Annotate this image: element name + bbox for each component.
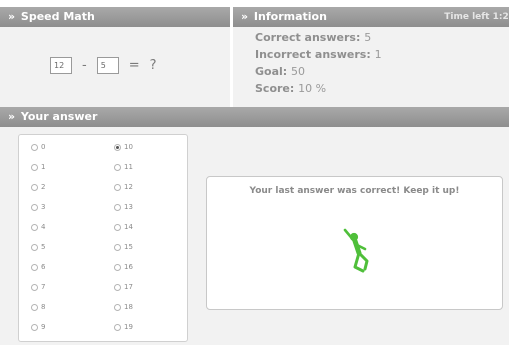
answer-option-10[interactable]: 10 — [114, 143, 133, 151]
radio-button[interactable] — [31, 263, 38, 271]
answer-option-label: 9 — [41, 323, 46, 331]
answer-option-4[interactable]: 4 — [31, 223, 45, 231]
your-answer-title: Your answer — [20, 110, 98, 123]
radio-button[interactable] — [114, 303, 121, 311]
answer-option-label: 5 — [41, 243, 46, 251]
information-title: Information — [253, 10, 327, 23]
answer-option-label: 6 — [41, 263, 46, 271]
answer-option-9[interactable]: 9 — [31, 323, 45, 331]
answer-option-12[interactable]: 12 — [114, 183, 133, 191]
answer-option-label: 10 — [124, 143, 133, 151]
radio-button[interactable] — [114, 203, 121, 211]
radio-button[interactable] — [114, 263, 121, 271]
information-panel: Correct answers: 5 Incorrect answers: 1 … — [233, 27, 509, 107]
answer-option-18[interactable]: 18 — [114, 303, 133, 311]
answer-option-14[interactable]: 14 — [114, 223, 133, 231]
correct-answers-value: 5 — [364, 31, 372, 44]
answer-option-19[interactable]: 19 — [114, 323, 133, 331]
radio-button[interactable] — [31, 303, 38, 311]
goal-value: 50 — [291, 65, 306, 78]
answer-option-label: 2 — [41, 183, 46, 191]
incorrect-answers-row: Incorrect answers: 1 — [255, 48, 382, 61]
goal-row: Goal: 50 — [255, 65, 305, 78]
operator: - — [82, 58, 87, 73]
radio-button[interactable] — [31, 323, 38, 331]
speed-math-title: Speed Math — [20, 10, 95, 23]
answer-options: 0 1 2 3 4 5 6 7 8 9 10 11 12 13 14 15 16 17 18 19 — [18, 134, 188, 342]
answer-option-label: 8 — [41, 303, 46, 311]
answer-option-label: 7 — [41, 283, 46, 291]
answer-option-label: 3 — [41, 203, 46, 211]
answer-option-label: 14 — [124, 223, 133, 231]
answer-option-13[interactable]: 13 — [114, 203, 133, 211]
score-value: 10 % — [298, 82, 327, 95]
answer-option-label: 16 — [124, 263, 133, 271]
time-left: Time left 1:29 — [444, 12, 509, 22]
answer-option-7[interactable]: 7 — [31, 283, 45, 291]
radio-button[interactable] — [114, 283, 121, 291]
right-operand: 5 — [96, 57, 119, 74]
answer-panel: 0 1 2 3 4 5 6 7 8 9 10 11 12 13 14 15 16 17 18 19 Your last… — [0, 127, 509, 345]
left-operand: 12 — [50, 57, 72, 74]
your-answer-header: ›› Your answer — [0, 107, 509, 127]
answer-option-label: 17 — [124, 283, 133, 291]
figure-right-leg — [357, 251, 369, 271]
radio-button[interactable] — [114, 323, 121, 331]
answer-option-1[interactable]: 1 — [31, 163, 45, 171]
answer-option-15[interactable]: 15 — [114, 243, 133, 251]
radio-button[interactable] — [31, 163, 38, 171]
feedback-box: Your last answer was correct! Keep it up… — [206, 176, 503, 310]
answer-option-11[interactable]: 11 — [114, 163, 133, 171]
answer-option-label: 11 — [124, 163, 133, 171]
answer-option-label: 18 — [124, 303, 133, 311]
answer-option-16[interactable]: 16 — [114, 263, 133, 271]
speed-math-header: ›› Speed Math — [0, 7, 230, 27]
answer-option-label: 13 — [124, 203, 133, 211]
incorrect-answers-value: 1 — [374, 48, 382, 61]
answer-option-2[interactable]: 2 — [31, 183, 45, 191]
feedback-message: Your last answer was correct! Keep it up… — [249, 186, 460, 196]
answer-option-label: 0 — [41, 143, 46, 151]
answer-option-8[interactable]: 8 — [31, 303, 45, 311]
radio-button[interactable] — [31, 183, 38, 191]
answer-option-5[interactable]: 5 — [31, 243, 45, 251]
answer-option-label: 19 — [124, 323, 133, 331]
answer-option-label: 12 — [124, 183, 133, 191]
answer-option-6[interactable]: 6 — [31, 263, 45, 271]
score-row: Score: 10 % — [255, 82, 326, 95]
radio-button[interactable] — [31, 283, 38, 291]
answer-option-label: 15 — [124, 243, 133, 251]
information-header: ›› Information Time left 1:29 — [233, 7, 509, 27]
radio-button[interactable] — [31, 143, 38, 151]
answer-option-17[interactable]: 17 — [114, 283, 133, 291]
answer-option-label: 4 — [41, 223, 46, 231]
radio-button[interactable] — [31, 243, 38, 251]
chevron-right-icon: ›› — [8, 110, 15, 123]
answer-option-label: 1 — [41, 163, 46, 171]
problem-panel: 12 - 5 = ? — [0, 27, 230, 107]
dancing-figure-image — [343, 228, 369, 273]
radio-button[interactable] — [114, 223, 121, 231]
answer-option-0[interactable]: 0 — [31, 143, 45, 151]
radio-button[interactable] — [114, 163, 121, 171]
radio-button[interactable] — [31, 203, 38, 211]
equals-sign: = — [128, 58, 140, 73]
incorrect-answers-label: Incorrect answers: — [255, 48, 371, 61]
math-problem: 12 - 5 = ? — [50, 57, 157, 74]
chevron-right-icon: ›› — [8, 10, 15, 23]
score-label: Score: — [255, 82, 295, 95]
radio-button[interactable] — [31, 223, 38, 231]
correct-answers-label: Correct answers: — [255, 31, 361, 44]
answer-option-3[interactable]: 3 — [31, 203, 45, 211]
goal-label: Goal: — [255, 65, 288, 78]
result-placeholder: ? — [149, 58, 157, 73]
radio-button[interactable] — [114, 243, 121, 251]
radio-button[interactable] — [114, 183, 121, 191]
chevron-right-icon: ›› — [241, 10, 248, 23]
radio-button[interactable] — [114, 143, 121, 151]
correct-answers-row: Correct answers: 5 — [255, 31, 371, 44]
dancing-figure — [343, 228, 369, 273]
